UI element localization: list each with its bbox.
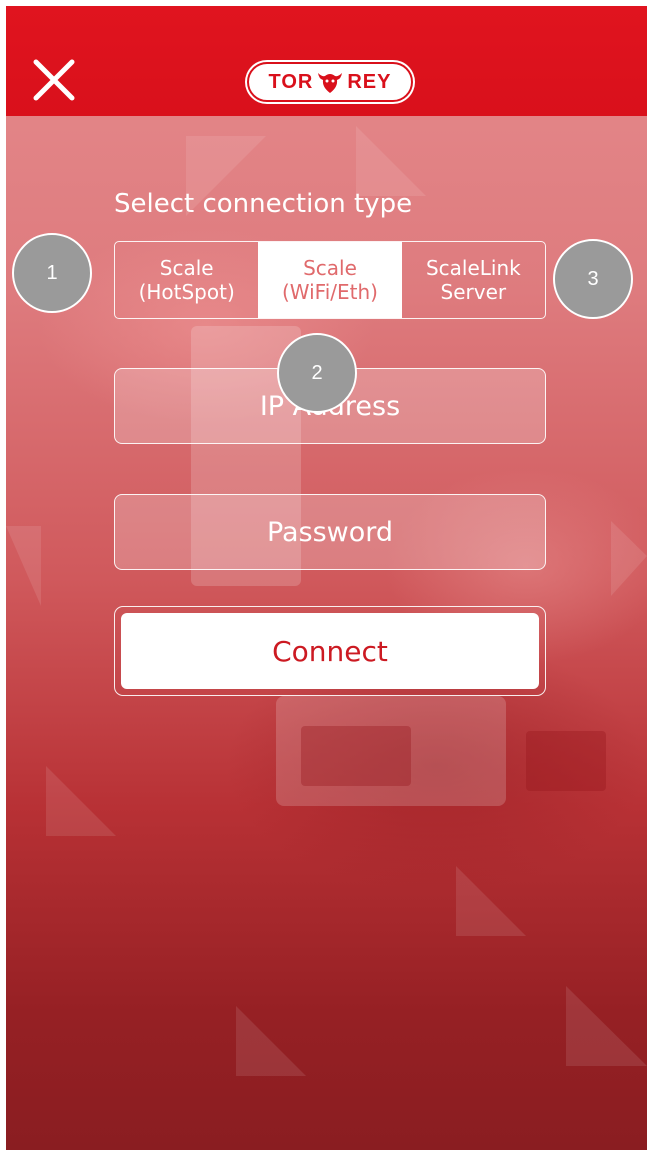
annotation-marker-2: 2 (277, 333, 357, 413)
segment-line2: (WiFi/Eth) (281, 280, 378, 304)
password-input[interactable] (115, 494, 545, 570)
segment-scalelink-server[interactable]: ScaleLink Server (402, 242, 545, 318)
connect-button[interactable]: Connect (121, 613, 539, 689)
segment-line2: (HotSpot) (138, 280, 235, 304)
segment-scale-hotspot[interactable]: Scale (HotSpot) (115, 242, 258, 318)
top-bar: TOR REY (6, 6, 647, 116)
close-button[interactable] (28, 54, 80, 106)
logo-text-right: REY (347, 70, 392, 93)
app-screen: TOR REY Select connection type Scale (Ho… (6, 6, 647, 1150)
annotation-marker-1: 1 (12, 233, 92, 313)
logo-text-left: TOR (268, 70, 314, 93)
annotation-marker-3: 3 (553, 239, 633, 319)
torrey-logo: TOR REY (247, 62, 413, 102)
connection-type-selector: Scale (HotSpot) Scale (WiFi/Eth) ScaleLi… (114, 241, 546, 319)
segment-line1: Scale (303, 256, 357, 280)
background-texture (6, 126, 647, 1076)
segment-line1: ScaleLink (425, 256, 521, 280)
page-title: Select connection type (114, 189, 413, 219)
bull-head-icon (318, 73, 343, 93)
connect-button-frame: Connect (114, 606, 546, 696)
password-field (114, 494, 546, 570)
segment-line2: Server (440, 280, 507, 304)
segment-line1: Scale (159, 256, 214, 280)
close-icon (33, 59, 75, 101)
segment-scale-wifi-eth[interactable]: Scale (WiFi/Eth) (258, 242, 402, 318)
